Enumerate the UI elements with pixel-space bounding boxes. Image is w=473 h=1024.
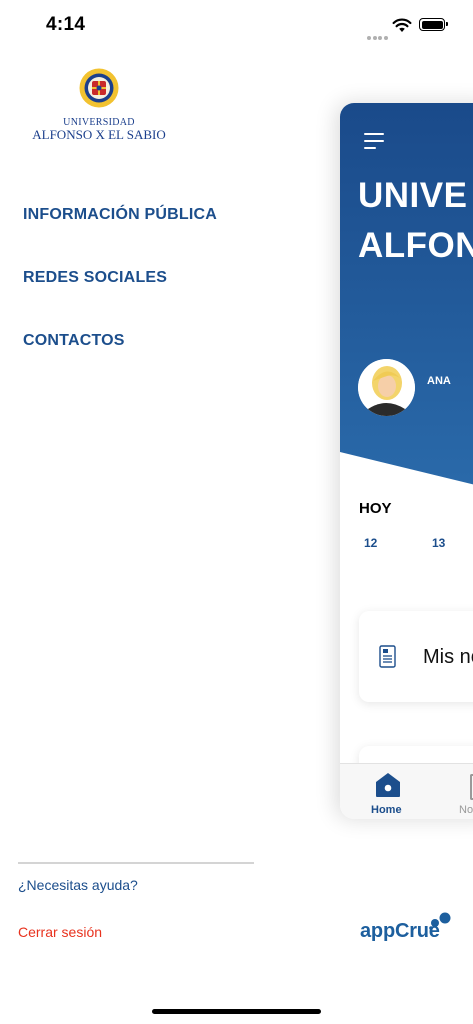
university-logo: UNIVERSIDAD ALFONSO X EL SABIO: [28, 66, 173, 142]
notes-card[interactable]: Mis no: [359, 611, 473, 702]
home-indicator: [152, 1009, 321, 1014]
hero-banner: UNIVE ALFON ANA: [340, 103, 473, 523]
hero-title-line-1: UNIVE: [358, 176, 468, 215]
signal-icon: [367, 27, 389, 40]
university-seal-icon: [79, 68, 119, 108]
status-time: 4:14: [46, 14, 86, 35]
calendar-day-13[interactable]: 13: [432, 536, 445, 550]
menu-item-informacion-publica[interactable]: INFORMACIÓN PÚBLICA: [23, 206, 217, 224]
help-link[interactable]: ¿Necesitas ayuda?: [18, 877, 138, 893]
hero-title: UNIVE ALFON: [358, 171, 473, 271]
wifi-icon: [392, 18, 412, 32]
grades-document-icon: [379, 645, 396, 668]
hero-background: [340, 103, 473, 485]
user-avatar-icon: [358, 359, 415, 416]
calendar-today-label: HOY: [359, 500, 392, 517]
menu-item-contactos[interactable]: CONTACTOS: [23, 332, 125, 350]
tab-home-label[interactable]: Home: [371, 804, 402, 816]
calendar-day-12[interactable]: 12: [364, 536, 377, 550]
hamburger-menu-icon[interactable]: [364, 133, 386, 149]
battery-icon: [419, 18, 448, 31]
menu-item-redes-sociales[interactable]: REDES SOCIALES: [23, 269, 167, 287]
tab-bar: Home No: [340, 763, 473, 819]
logout-button[interactable]: Cerrar sesión: [18, 924, 102, 940]
logo-line-2: ALFONSO X EL SABIO: [32, 127, 166, 142]
hero-title-line-2: ALFON: [358, 226, 473, 265]
screen: 4:14 UNIVERSIDAD ALFONSO X EL SABIO INFO…: [0, 0, 473, 1024]
home-icon[interactable]: [375, 772, 401, 798]
avatar[interactable]: [358, 359, 415, 416]
tab-second-label[interactable]: No: [459, 804, 473, 816]
footer-divider: [18, 862, 254, 864]
appcrue-logo: appCrue: [360, 912, 452, 944]
user-name: ANA: [427, 375, 451, 387]
brand-dots-icon: [429, 912, 451, 930]
notes-label: Mis no: [423, 646, 473, 668]
app-preview-card[interactable]: UNIVE ALFON ANA HOY 12 13 Mis n Home No: [340, 103, 473, 819]
